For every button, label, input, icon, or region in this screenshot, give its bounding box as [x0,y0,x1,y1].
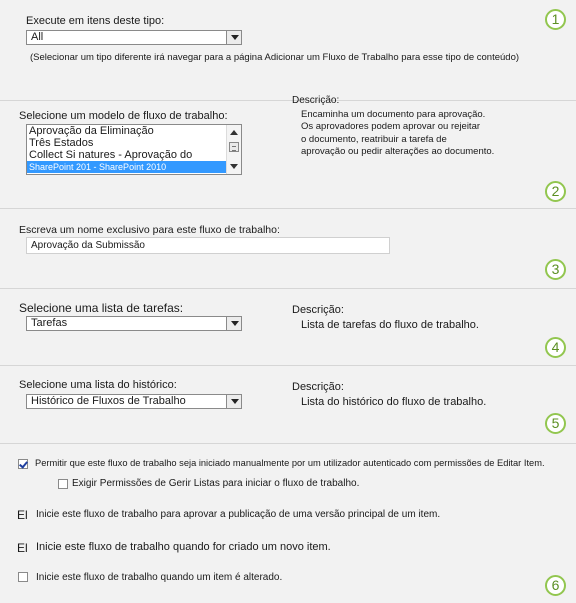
content-type-select-value: All [31,31,44,43]
publish-checkbox-glyph[interactable]: El [17,508,28,522]
workflow-name-input-value: Aprovação da Submissão [31,240,145,251]
manual-start-label: Permitir que este fluxo de trabalho seja… [35,458,545,468]
history-list-label: Selecione uma lista do histórico: [19,379,177,391]
manual-start-checkbox[interactable] [18,459,28,469]
section-divider [0,443,576,444]
section-divider [0,288,576,289]
template-description-line: Encaminha um documento para aprovação. [301,109,486,120]
change-label: Inicie este fluxo de trabalho quando um … [36,572,283,583]
task-list-description: Lista de tarefas do fluxo de trabalho. [301,319,479,331]
template-listbox[interactable]: Aprovação da Eliminação Três Estados Col… [26,124,242,175]
section-divider [0,365,576,366]
task-list-label: Selecione uma lista de tarefas: [19,301,184,315]
template-description-line: Os aprovadores podem aprovar ou rejeitar [301,121,481,132]
scroll-thumb[interactable] [229,142,239,152]
template-description-line: o documento, reatribuir a tarefa de [301,134,447,145]
create-label: Inicie este fluxo de trabalho quando for… [36,541,331,553]
listbox-scrollbar[interactable] [226,125,241,174]
step-badge-6: 6 [545,575,566,596]
history-list-select[interactable]: Histórico de Fluxos de Trabalho [26,394,242,409]
step-badge-5: 5 [545,413,566,434]
list-item[interactable]: Aprovação da Eliminação [27,125,241,137]
content-type-label: Execute em itens deste tipo: [26,15,165,27]
step-badge-1: 1 [545,9,566,30]
chevron-down-icon[interactable] [226,317,241,330]
workflow-name-label: Escreva um nome exclusivo para este flux… [19,224,280,236]
task-list-description-label: Descrição: [292,304,344,316]
list-item[interactable]: Collect Si natures - Aprovação do [27,149,241,161]
section-divider [0,100,576,101]
manage-lists-checkbox[interactable] [58,479,68,489]
publish-label: Inicie este fluxo de trabalho para aprov… [36,509,441,520]
template-description-line: aprovação ou pedir alterações ao documen… [301,146,495,157]
step-badge-4: 4 [545,337,566,358]
list-item-selected[interactable]: SharePoint 201 - SharePoint 2010 [27,161,241,173]
section-divider [0,208,576,209]
task-list-select[interactable]: Tarefas [26,316,242,331]
manage-lists-label: Exigir Permissões de Gerir Listas para i… [72,478,360,489]
list-item[interactable]: Três Estados [27,137,241,149]
change-checkbox[interactable] [18,572,28,582]
step-badge-3: 3 [545,259,566,280]
template-description-label: Descrição: [292,95,340,106]
history-list-description: Lista do histórico do fluxo de trabalho. [301,396,487,408]
chevron-down-icon[interactable] [226,31,241,44]
workflow-name-input[interactable]: Aprovação da Submissão [26,237,390,254]
history-list-description-label: Descrição: [292,381,344,393]
content-type-select[interactable]: All [26,30,242,45]
task-list-select-value: Tarefas [31,317,68,329]
chevron-down-icon[interactable] [226,395,241,408]
content-type-note: (Selecionar um tipo diferente irá navega… [30,52,520,63]
step-badge-2: 2 [545,181,566,202]
template-label: Selecione um modelo de fluxo de trabalho… [19,110,228,122]
history-list-select-value: Histórico de Fluxos de Trabalho [31,395,186,407]
create-checkbox-glyph[interactable]: El [17,541,28,555]
